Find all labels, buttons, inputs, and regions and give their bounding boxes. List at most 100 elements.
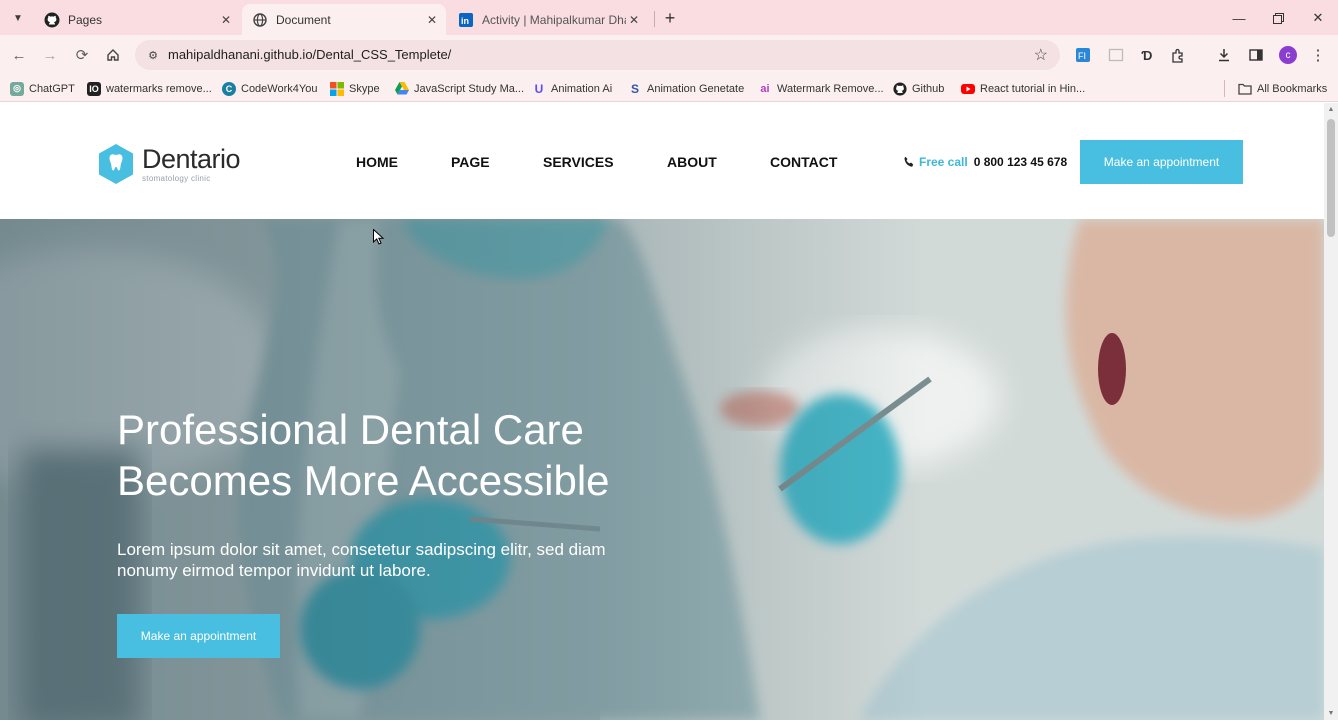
extension-screenshot-icon[interactable] (1106, 45, 1126, 65)
github-icon (893, 81, 907, 96)
close-icon[interactable]: ✕ (218, 12, 234, 28)
hero-title: Professional Dental Care Becomes More Ac… (117, 404, 677, 506)
tab-title: Pages (68, 12, 103, 27)
extensions-puzzle-icon[interactable] (1168, 45, 1188, 65)
header-appointment-button[interactable]: Make an appointment (1080, 140, 1243, 184)
bookmark-label: JavaScript Study Ma... (414, 82, 525, 95)
bookmark-react-tutorial[interactable]: React tutorial in Hin... (961, 80, 1085, 97)
svg-text:in: in (461, 16, 469, 26)
bookmark-javascript-study[interactable]: JavaScript Study Ma... (395, 80, 524, 97)
hero-description: Lorem ipsum dolor sit amet, consetetur s… (117, 540, 606, 580)
nav-about[interactable]: ABOUT (667, 154, 717, 170)
restore-icon[interactable] (1268, 8, 1288, 28)
mouse-cursor-icon (373, 229, 385, 245)
forward-icon[interactable]: → (40, 45, 60, 65)
bookmark-codework4you[interactable]: C CodeWork4You (222, 80, 317, 97)
all-bookmarks[interactable]: All Bookmarks (1238, 80, 1327, 97)
tab-title: Document (276, 12, 331, 27)
bookmark-watermark-remove[interactable]: ai Watermark Remove... (758, 80, 884, 97)
bookmark-label: CodeWork4You (241, 82, 318, 95)
svg-text:FI: FI (1078, 51, 1086, 61)
profile-avatar[interactable]: c (1279, 46, 1297, 64)
watermark-icon: IO (87, 81, 101, 96)
extension-translate-icon[interactable]: FI (1073, 45, 1093, 65)
back-icon[interactable]: ← (9, 45, 29, 65)
bookmarks-divider (1224, 80, 1225, 97)
scroll-down-icon[interactable]: ▼ (1327, 710, 1335, 717)
new-tab-icon[interactable]: + (660, 8, 680, 28)
bookmark-label: React tutorial in Hin... (980, 82, 1086, 95)
bookmark-label: Animation Genetate (647, 82, 745, 95)
bookmark-label: Github (912, 82, 945, 95)
site-header: Dentario stomatology clinic HOME PAGE SE… (0, 103, 1324, 219)
bookmarks-bar: ◎ ChatGPT IO watermarks remove... C Code… (0, 75, 1338, 102)
tab-separator (654, 11, 655, 27)
bookmark-watermarks[interactable]: IO watermarks remove... (87, 80, 212, 97)
u-icon: U (534, 81, 544, 96)
close-icon[interactable]: ✕ (626, 12, 642, 28)
bookmark-skype[interactable]: Skype (330, 80, 380, 97)
bookmark-label: watermarks remove... (106, 82, 212, 95)
s-icon: S (630, 81, 639, 96)
tab-strip: ▼ Pages ✕ Document ✕ in Activity | Mahip… (0, 0, 1338, 35)
bookmark-star-icon[interactable]: ☆ (1034, 45, 1048, 65)
phone-icon (904, 156, 914, 167)
free-call-label: Free call (919, 155, 968, 169)
hero-appointment-button[interactable]: Make an appointment (117, 614, 280, 658)
close-icon[interactable]: ✕ (424, 12, 440, 28)
browser-toolbar: ← → ⟳ ⚙ mahipaldhanani.github.io/Dental_… (0, 35, 1338, 75)
bookmark-label: Animation Ai (551, 82, 613, 95)
minimize-icon[interactable]: — (1229, 8, 1249, 28)
site-logo[interactable]: Dentario stomatology clinic (97, 143, 241, 185)
download-icon[interactable] (1214, 45, 1234, 65)
scrollbar-thumb[interactable] (1327, 119, 1335, 237)
bookmark-animation-ai[interactable]: U Animation Ai (532, 80, 613, 97)
hero-title-line-1: Professional Dental Care (117, 406, 584, 453)
url-text: mahipaldhanani.github.io/Dental_CSS_Temp… (168, 47, 452, 62)
tab-pages[interactable]: Pages ✕ (34, 4, 240, 35)
tab-search-icon[interactable]: ▼ (7, 7, 29, 29)
nav-home[interactable]: HOME (356, 154, 398, 170)
bookmark-animation-genetate[interactable]: S Animation Genetate (628, 80, 744, 97)
extension-d-icon[interactable]: Ɗ (1137, 45, 1157, 65)
nav-contact[interactable]: CONTACT (770, 154, 837, 170)
hero-title-line-2: Becomes More Accessible (117, 457, 610, 504)
tab-document[interactable]: Document ✕ (242, 4, 446, 35)
scroll-up-icon[interactable]: ▲ (1327, 106, 1335, 113)
menu-kebab-icon[interactable]: ⋮ (1308, 45, 1328, 65)
bookmark-label: ChatGPT (29, 82, 75, 95)
site-settings-icon[interactable]: ⚙ (145, 47, 161, 63)
nav-services[interactable]: SERVICES (543, 154, 614, 170)
drive-icon (395, 82, 409, 96)
ai-icon: ai (760, 82, 770, 95)
brand-name: Dentario (142, 143, 241, 174)
page-viewport: Dentario stomatology clinic HOME PAGE SE… (0, 103, 1324, 720)
phone-contact[interactable]: Free call 0 800 123 45 678 (903, 155, 1067, 169)
hero-section: Professional Dental Care Becomes More Ac… (0, 219, 1324, 720)
nav-page[interactable]: PAGE (451, 154, 490, 170)
windows-icon (330, 81, 344, 96)
globe-icon (252, 12, 268, 28)
github-icon (44, 12, 60, 28)
reload-icon[interactable]: ⟳ (72, 45, 92, 65)
bookmark-chatgpt[interactable]: ◎ ChatGPT (10, 80, 75, 97)
bookmark-github[interactable]: Github (893, 80, 944, 97)
tab-title: Activity | Mahipalkumar Dhanani (482, 12, 626, 27)
bookmark-label: Skype (349, 82, 380, 95)
folder-icon (1238, 82, 1252, 96)
phone-number: 0 800 123 45 678 (973, 155, 1068, 169)
home-icon[interactable] (103, 45, 123, 65)
linkedin-icon: in (458, 12, 474, 28)
codework-icon: C (222, 81, 236, 96)
window-close-icon[interactable]: ✕ (1308, 8, 1328, 28)
bookmark-label: All Bookmarks (1257, 82, 1328, 95)
tab-linkedin-activity[interactable]: in Activity | Mahipalkumar Dhanani ✕ (448, 4, 648, 35)
tooth-logo-icon (99, 144, 133, 184)
brand-tagline: stomatology clinic (142, 173, 211, 183)
side-panel-icon[interactable] (1246, 45, 1266, 65)
bookmark-label: Watermark Remove... (777, 82, 884, 95)
address-bar[interactable]: ⚙ mahipaldhanani.github.io/Dental_CSS_Te… (135, 40, 1060, 70)
chatgpt-icon: ◎ (10, 81, 24, 96)
page-scrollbar[interactable]: ▲ ▼ (1324, 103, 1338, 720)
youtube-icon (961, 82, 975, 96)
